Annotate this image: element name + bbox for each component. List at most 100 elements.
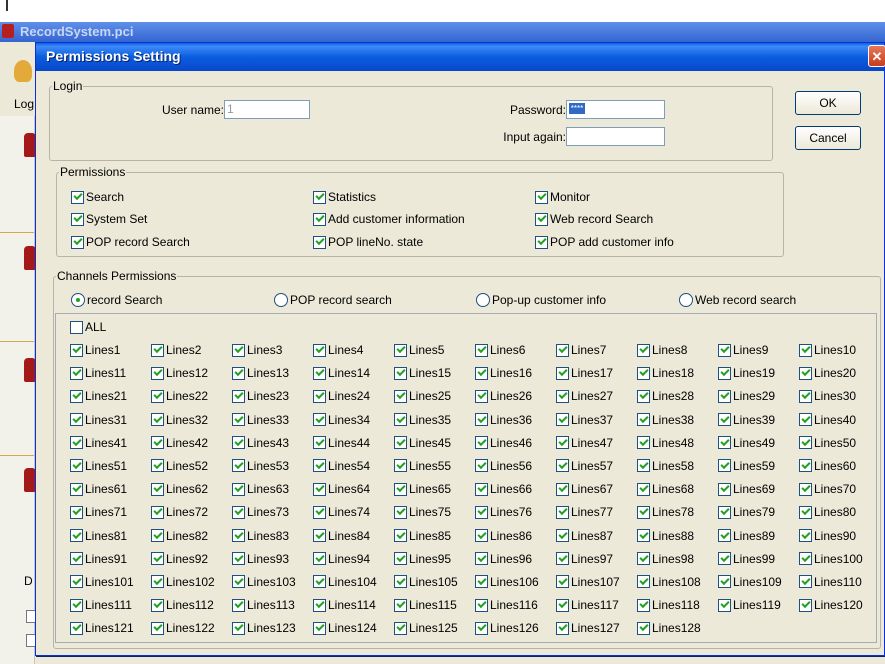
line-checkbox[interactable]: Lines38: [637, 412, 718, 428]
line-checkbox[interactable]: Lines31: [70, 412, 151, 428]
line-checkbox[interactable]: Lines72: [151, 504, 232, 520]
checkbox-box[interactable]: [71, 212, 84, 226]
checkbox-box[interactable]: [151, 505, 164, 519]
line-checkbox[interactable]: Lines25: [394, 388, 475, 404]
checkbox-box[interactable]: [556, 621, 569, 635]
checkbox-box[interactable]: [151, 482, 164, 496]
checkbox-box[interactable]: [394, 552, 407, 566]
checkbox-box[interactable]: [718, 482, 731, 496]
dialog-title-bar[interactable]: Permissions Setting ✕: [36, 43, 885, 71]
line-checkbox[interactable]: Lines67: [556, 481, 637, 497]
line-checkbox[interactable]: Lines41: [70, 435, 151, 451]
toolbar-login-label[interactable]: Log: [14, 97, 34, 111]
line-checkbox[interactable]: Lines123: [232, 620, 313, 636]
line-checkbox[interactable]: Lines7: [556, 342, 637, 358]
checkbox-box[interactable]: [799, 505, 812, 519]
line-checkbox[interactable]: Lines54: [313, 458, 394, 474]
line-checkbox[interactable]: Lines45: [394, 435, 475, 451]
radio-circle[interactable]: [274, 293, 288, 307]
line-checkbox[interactable]: Lines44: [313, 435, 394, 451]
checkbox-box[interactable]: [799, 598, 812, 612]
checkbox-box[interactable]: [475, 575, 488, 589]
line-checkbox[interactable]: Lines103: [232, 574, 313, 590]
checkbox-box[interactable]: [232, 529, 245, 542]
checkbox-box[interactable]: [718, 436, 731, 450]
checkbox-box[interactable]: [313, 529, 326, 542]
checkbox-box[interactable]: [799, 575, 812, 589]
checkbox-box[interactable]: [556, 366, 569, 380]
checkbox-box[interactable]: [637, 482, 650, 496]
line-checkbox[interactable]: Lines27: [556, 388, 637, 404]
line-checkbox[interactable]: Lines14: [313, 365, 394, 381]
line-checkbox[interactable]: Lines109: [718, 574, 799, 590]
line-checkbox[interactable]: Lines69: [718, 481, 799, 497]
checkbox-box[interactable]: [151, 575, 164, 589]
line-checkbox[interactable]: Lines104: [313, 574, 394, 590]
line-checkbox[interactable]: Lines49: [718, 435, 799, 451]
line-checkbox[interactable]: Lines12: [151, 365, 232, 381]
line-checkbox[interactable]: Lines19: [718, 365, 799, 381]
mode-pop-record-search-radio[interactable]: POP record search: [274, 292, 392, 308]
line-checkbox[interactable]: Lines110: [799, 574, 876, 590]
checkbox-box[interactable]: [475, 343, 488, 357]
line-checkbox[interactable]: Lines4: [313, 342, 394, 358]
line-checkbox[interactable]: Lines20: [799, 365, 876, 381]
line-checkbox[interactable]: Lines127: [556, 620, 637, 636]
perm-statistics-checkbox[interactable]: Statistics: [313, 189, 376, 205]
checkbox-box[interactable]: [718, 389, 731, 403]
radio-circle[interactable]: [476, 293, 490, 307]
line-checkbox[interactable]: Lines2: [151, 342, 232, 358]
checkbox-box[interactable]: [394, 343, 407, 357]
mode-web-record-search-radio[interactable]: Web record search: [679, 292, 796, 308]
radio-circle[interactable]: [679, 293, 693, 307]
line-checkbox[interactable]: Lines90: [799, 528, 876, 544]
line-checkbox[interactable]: Lines17: [556, 365, 637, 381]
checkbox-box[interactable]: [556, 343, 569, 357]
user-name-field[interactable]: 1: [224, 100, 310, 119]
checkbox-box[interactable]: [556, 505, 569, 519]
line-checkbox[interactable]: Lines50: [799, 435, 876, 451]
line-checkbox[interactable]: Lines11: [70, 365, 151, 381]
checkbox-box[interactable]: [232, 482, 245, 496]
checkbox-box[interactable]: [70, 575, 83, 589]
line-checkbox[interactable]: Lines13: [232, 365, 313, 381]
checkbox-box[interactable]: [313, 212, 326, 226]
line-checkbox[interactable]: Lines58: [637, 458, 718, 474]
checkbox-box[interactable]: [232, 436, 245, 450]
line-checkbox[interactable]: Lines83: [232, 528, 313, 544]
checkbox-box[interactable]: [718, 598, 731, 612]
line-checkbox[interactable]: Lines102: [151, 574, 232, 590]
line-checkbox[interactable]: Lines85: [394, 528, 475, 544]
checkbox-box[interactable]: [556, 575, 569, 589]
line-checkbox[interactable]: Lines63: [232, 481, 313, 497]
line-checkbox[interactable]: Lines15: [394, 365, 475, 381]
line-checkbox[interactable]: Lines64: [313, 481, 394, 497]
checkbox-box[interactable]: [151, 343, 164, 357]
line-checkbox[interactable]: Lines52: [151, 458, 232, 474]
line-checkbox[interactable]: Lines114: [313, 597, 394, 613]
checkbox-box[interactable]: [475, 505, 488, 519]
line-checkbox[interactable]: Lines37: [556, 412, 637, 428]
line-checkbox[interactable]: Lines77: [556, 504, 637, 520]
line-checkbox[interactable]: Lines22: [151, 388, 232, 404]
all-lines-checkbox[interactable]: ALL: [70, 319, 106, 335]
line-checkbox[interactable]: Lines84: [313, 528, 394, 544]
line-checkbox[interactable]: Lines89: [718, 528, 799, 544]
checkbox-box[interactable]: [556, 389, 569, 403]
checkbox-box[interactable]: [799, 552, 812, 566]
checkbox-box[interactable]: [70, 413, 83, 427]
checkbox-box[interactable]: [394, 505, 407, 519]
checkbox-box[interactable]: [637, 389, 650, 403]
line-checkbox[interactable]: Lines8: [637, 342, 718, 358]
line-checkbox[interactable]: Lines42: [151, 435, 232, 451]
checkbox-box[interactable]: [70, 482, 83, 496]
line-checkbox[interactable]: Lines79: [718, 504, 799, 520]
line-checkbox[interactable]: Lines125: [394, 620, 475, 636]
checkbox-box[interactable]: [799, 459, 812, 473]
line-checkbox[interactable]: Lines100: [799, 551, 876, 567]
line-checkbox[interactable]: Lines57: [556, 458, 637, 474]
checkbox-box[interactable]: [637, 343, 650, 357]
checkbox-box[interactable]: [70, 598, 83, 612]
line-checkbox[interactable]: Lines87: [556, 528, 637, 544]
line-checkbox[interactable]: Lines32: [151, 412, 232, 428]
